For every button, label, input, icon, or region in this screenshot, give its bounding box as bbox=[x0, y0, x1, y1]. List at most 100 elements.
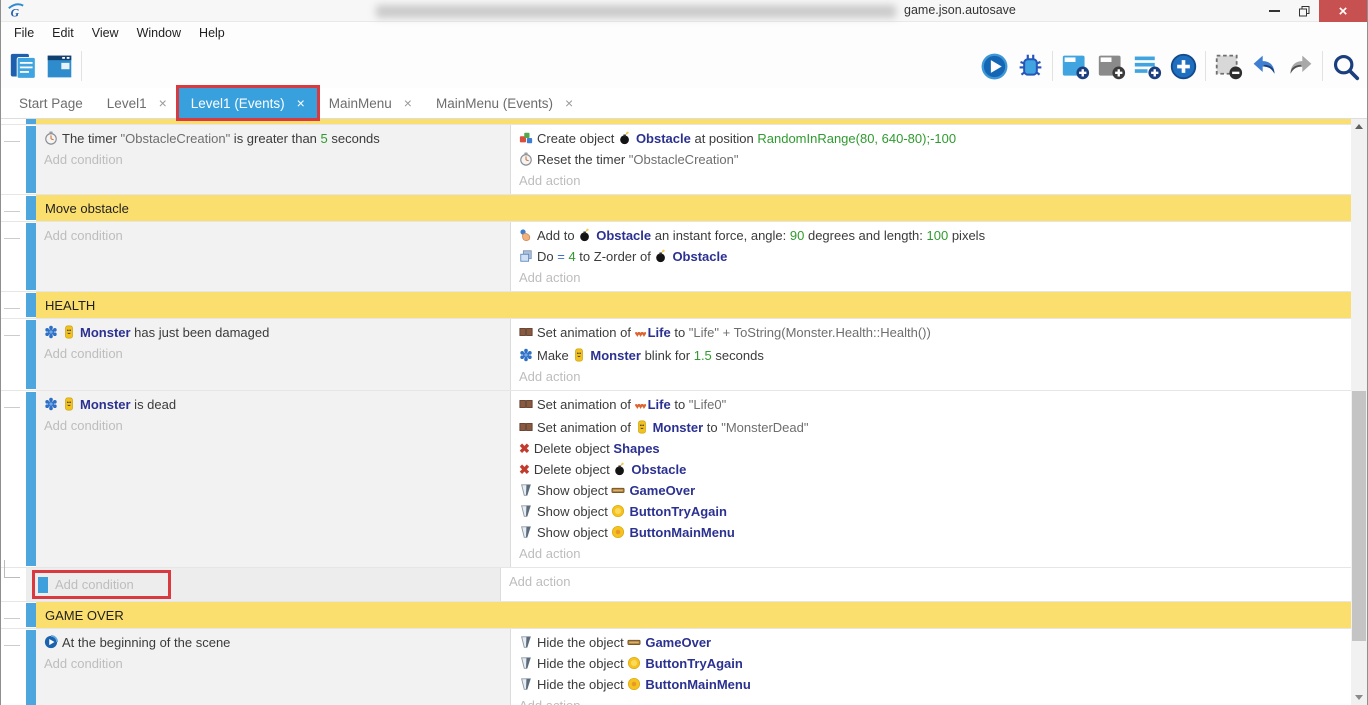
tab-label: Start Page bbox=[19, 96, 83, 111]
add-condition-placeholder[interactable]: Add condition bbox=[44, 149, 502, 170]
tab-level1[interactable]: Level1× bbox=[95, 88, 179, 118]
add-condition-placeholder[interactable]: Add condition bbox=[44, 653, 502, 674]
visibility-icon bbox=[519, 656, 533, 670]
comment-body[interactable]: HEALTH bbox=[36, 292, 1351, 318]
add-event-button[interactable] bbox=[1057, 48, 1093, 84]
actions-area[interactable]: Add action bbox=[501, 568, 1351, 601]
menu-item-window[interactable]: Window bbox=[128, 24, 190, 42]
action-line[interactable]: Create object Obstacle at position Rando… bbox=[519, 128, 1343, 149]
action-line[interactable]: Hide the object ButtonMainMenu bbox=[519, 674, 1343, 695]
event-drag-handle[interactable] bbox=[38, 577, 48, 593]
action-line[interactable]: Hide the object ButtonTryAgain bbox=[519, 653, 1343, 674]
add-action-placeholder[interactable]: Add action bbox=[519, 695, 1343, 705]
add-action-placeholder[interactable]: Add action bbox=[509, 571, 1343, 592]
action-line[interactable]: Set animation of ♥♥♥Life to "Life0" bbox=[519, 394, 1343, 417]
conditions-area[interactable]: Monster has just been damagedAdd conditi… bbox=[36, 319, 511, 390]
action-line[interactable]: Hide the object GameOver bbox=[519, 632, 1343, 653]
event-row-empty-selected[interactable]: Add condition Add action bbox=[1, 567, 1351, 601]
scrollbar-thumb[interactable] bbox=[1352, 391, 1366, 641]
add-action-placeholder[interactable]: Add action bbox=[519, 170, 1343, 191]
action-line[interactable]: Set animation of ♥♥♥Life to "Life" + ToS… bbox=[519, 322, 1343, 345]
tab-start-page[interactable]: Start Page bbox=[7, 88, 95, 118]
menu-item-edit[interactable]: Edit bbox=[43, 24, 83, 42]
menu-item-view[interactable]: View bbox=[83, 24, 128, 42]
bomb-icon bbox=[578, 228, 592, 242]
vertical-scrollbar[interactable] bbox=[1351, 119, 1367, 705]
actions-area[interactable]: Create object Obstacle at position Rando… bbox=[511, 125, 1351, 194]
event-color-bar bbox=[26, 223, 36, 290]
actions-area[interactable]: Set animation of ♥♥♥Life to "Life0"Set a… bbox=[511, 391, 1351, 567]
tab-level1-events[interactable]: Level1 (Events)× bbox=[179, 88, 317, 118]
life-hearts-icon: ♥♥♥ bbox=[635, 329, 645, 339]
actions-area[interactable]: Add to Obstacle an instant force, angle:… bbox=[511, 222, 1351, 291]
action-line[interactable]: Do = 4 to Z-order of Obstacle bbox=[519, 246, 1343, 267]
tab-close-icon[interactable]: × bbox=[565, 95, 573, 111]
conditions-area[interactable]: Add condition bbox=[36, 222, 511, 291]
comment-body[interactable]: Move obstacle bbox=[36, 195, 1351, 221]
event-row: Monster has just been damagedAdd conditi… bbox=[1, 318, 1351, 390]
event-row: At the beginning of the sceneAdd conditi… bbox=[1, 628, 1351, 705]
menu-item-help[interactable]: Help bbox=[190, 24, 234, 42]
conditions-area[interactable]: Monster is deadAdd condition bbox=[36, 391, 511, 567]
action-line[interactable]: Show object ButtonMainMenu bbox=[519, 522, 1343, 543]
actions-area[interactable]: Hide the object GameOverHide the object … bbox=[511, 629, 1351, 705]
condition-line[interactable]: Monster is dead bbox=[44, 394, 502, 415]
actions-area[interactable]: Set animation of ♥♥♥Life to "Life" + ToS… bbox=[511, 319, 1351, 390]
add-condition-placeholder[interactable]: Add condition bbox=[55, 574, 134, 595]
gdevelop-window: G game.json.autosave × FileEditViewWindo… bbox=[0, 0, 1368, 705]
editor-window-button[interactable] bbox=[41, 48, 77, 84]
tab-close-icon[interactable]: × bbox=[297, 95, 305, 111]
tab-mainmenu[interactable]: MainMenu× bbox=[317, 88, 424, 118]
action-line[interactable]: ✖Delete object Obstacle bbox=[519, 459, 1343, 480]
add-event-icon bbox=[1061, 52, 1090, 81]
debug-button[interactable] bbox=[1012, 48, 1048, 84]
remove-event-button[interactable] bbox=[1210, 48, 1246, 84]
action-line[interactable]: Make Monster blink for 1.5 seconds bbox=[519, 345, 1343, 366]
delete-x-icon: ✖ bbox=[519, 441, 530, 456]
add-action-placeholder[interactable]: Add action bbox=[519, 267, 1343, 288]
undo-button[interactable] bbox=[1246, 48, 1282, 84]
restore-button[interactable] bbox=[1289, 0, 1319, 22]
condition-line[interactable]: The timer "ObstacleCreation" is greater … bbox=[44, 128, 502, 149]
condition-line[interactable]: Monster has just been damaged bbox=[44, 322, 502, 343]
tab-close-icon[interactable]: × bbox=[404, 95, 412, 111]
conditions-area[interactable]: At the beginning of the sceneAdd conditi… bbox=[36, 629, 511, 705]
search-button[interactable] bbox=[1327, 48, 1363, 84]
add-comment-button[interactable] bbox=[1129, 48, 1165, 84]
add-circle-button[interactable] bbox=[1165, 48, 1201, 84]
add-condition-placeholder[interactable]: Add condition bbox=[44, 343, 502, 364]
project-manager-button[interactable] bbox=[5, 48, 41, 84]
menu-item-file[interactable]: File bbox=[5, 24, 43, 42]
redo-button[interactable] bbox=[1282, 48, 1318, 84]
action-line[interactable]: Add to Obstacle an instant force, angle:… bbox=[519, 225, 1343, 246]
animation-icon bbox=[519, 397, 533, 411]
add-subevent-icon bbox=[1097, 52, 1126, 81]
add-action-placeholder[interactable]: Add action bbox=[519, 543, 1343, 564]
tab-mainmenu-events[interactable]: MainMenu (Events)× bbox=[424, 88, 585, 118]
play-button[interactable] bbox=[976, 48, 1012, 84]
action-line[interactable]: Reset the timer "ObstacleCreation" bbox=[519, 149, 1343, 170]
add-condition-placeholder[interactable]: Add condition bbox=[44, 415, 502, 436]
action-line[interactable]: Show object GameOver bbox=[519, 480, 1343, 501]
conditions-area[interactable]: The timer "ObstacleCreation" is greater … bbox=[36, 125, 511, 194]
action-line[interactable]: Set animation of Monster to "MonsterDead… bbox=[519, 417, 1343, 438]
close-button[interactable]: × bbox=[1319, 0, 1367, 22]
add-subevent-button[interactable] bbox=[1093, 48, 1129, 84]
scroll-up-arrow-icon[interactable] bbox=[1351, 119, 1367, 134]
comment-body[interactable]: GAME OVER bbox=[36, 602, 1351, 628]
tab-close-icon[interactable]: × bbox=[159, 95, 167, 111]
toolbar-separator bbox=[1052, 51, 1053, 81]
action-line[interactable]: ✖Delete object Shapes bbox=[519, 438, 1343, 459]
add-condition-placeholder[interactable]: Add condition bbox=[44, 225, 502, 246]
scroll-down-arrow-icon[interactable] bbox=[1351, 690, 1367, 705]
minimize-button[interactable] bbox=[1259, 0, 1289, 22]
bomb-icon bbox=[618, 131, 632, 145]
button-icon bbox=[627, 656, 641, 670]
zorder-icon bbox=[519, 249, 533, 263]
add-action-placeholder[interactable]: Add action bbox=[519, 366, 1343, 387]
conditions-area[interactable]: Add condition bbox=[26, 568, 501, 601]
action-line[interactable]: Show object ButtonTryAgain bbox=[519, 501, 1343, 522]
condition-line[interactable]: At the beginning of the scene bbox=[44, 632, 502, 653]
event-gutter bbox=[1, 222, 26, 291]
visibility-icon bbox=[519, 504, 533, 518]
